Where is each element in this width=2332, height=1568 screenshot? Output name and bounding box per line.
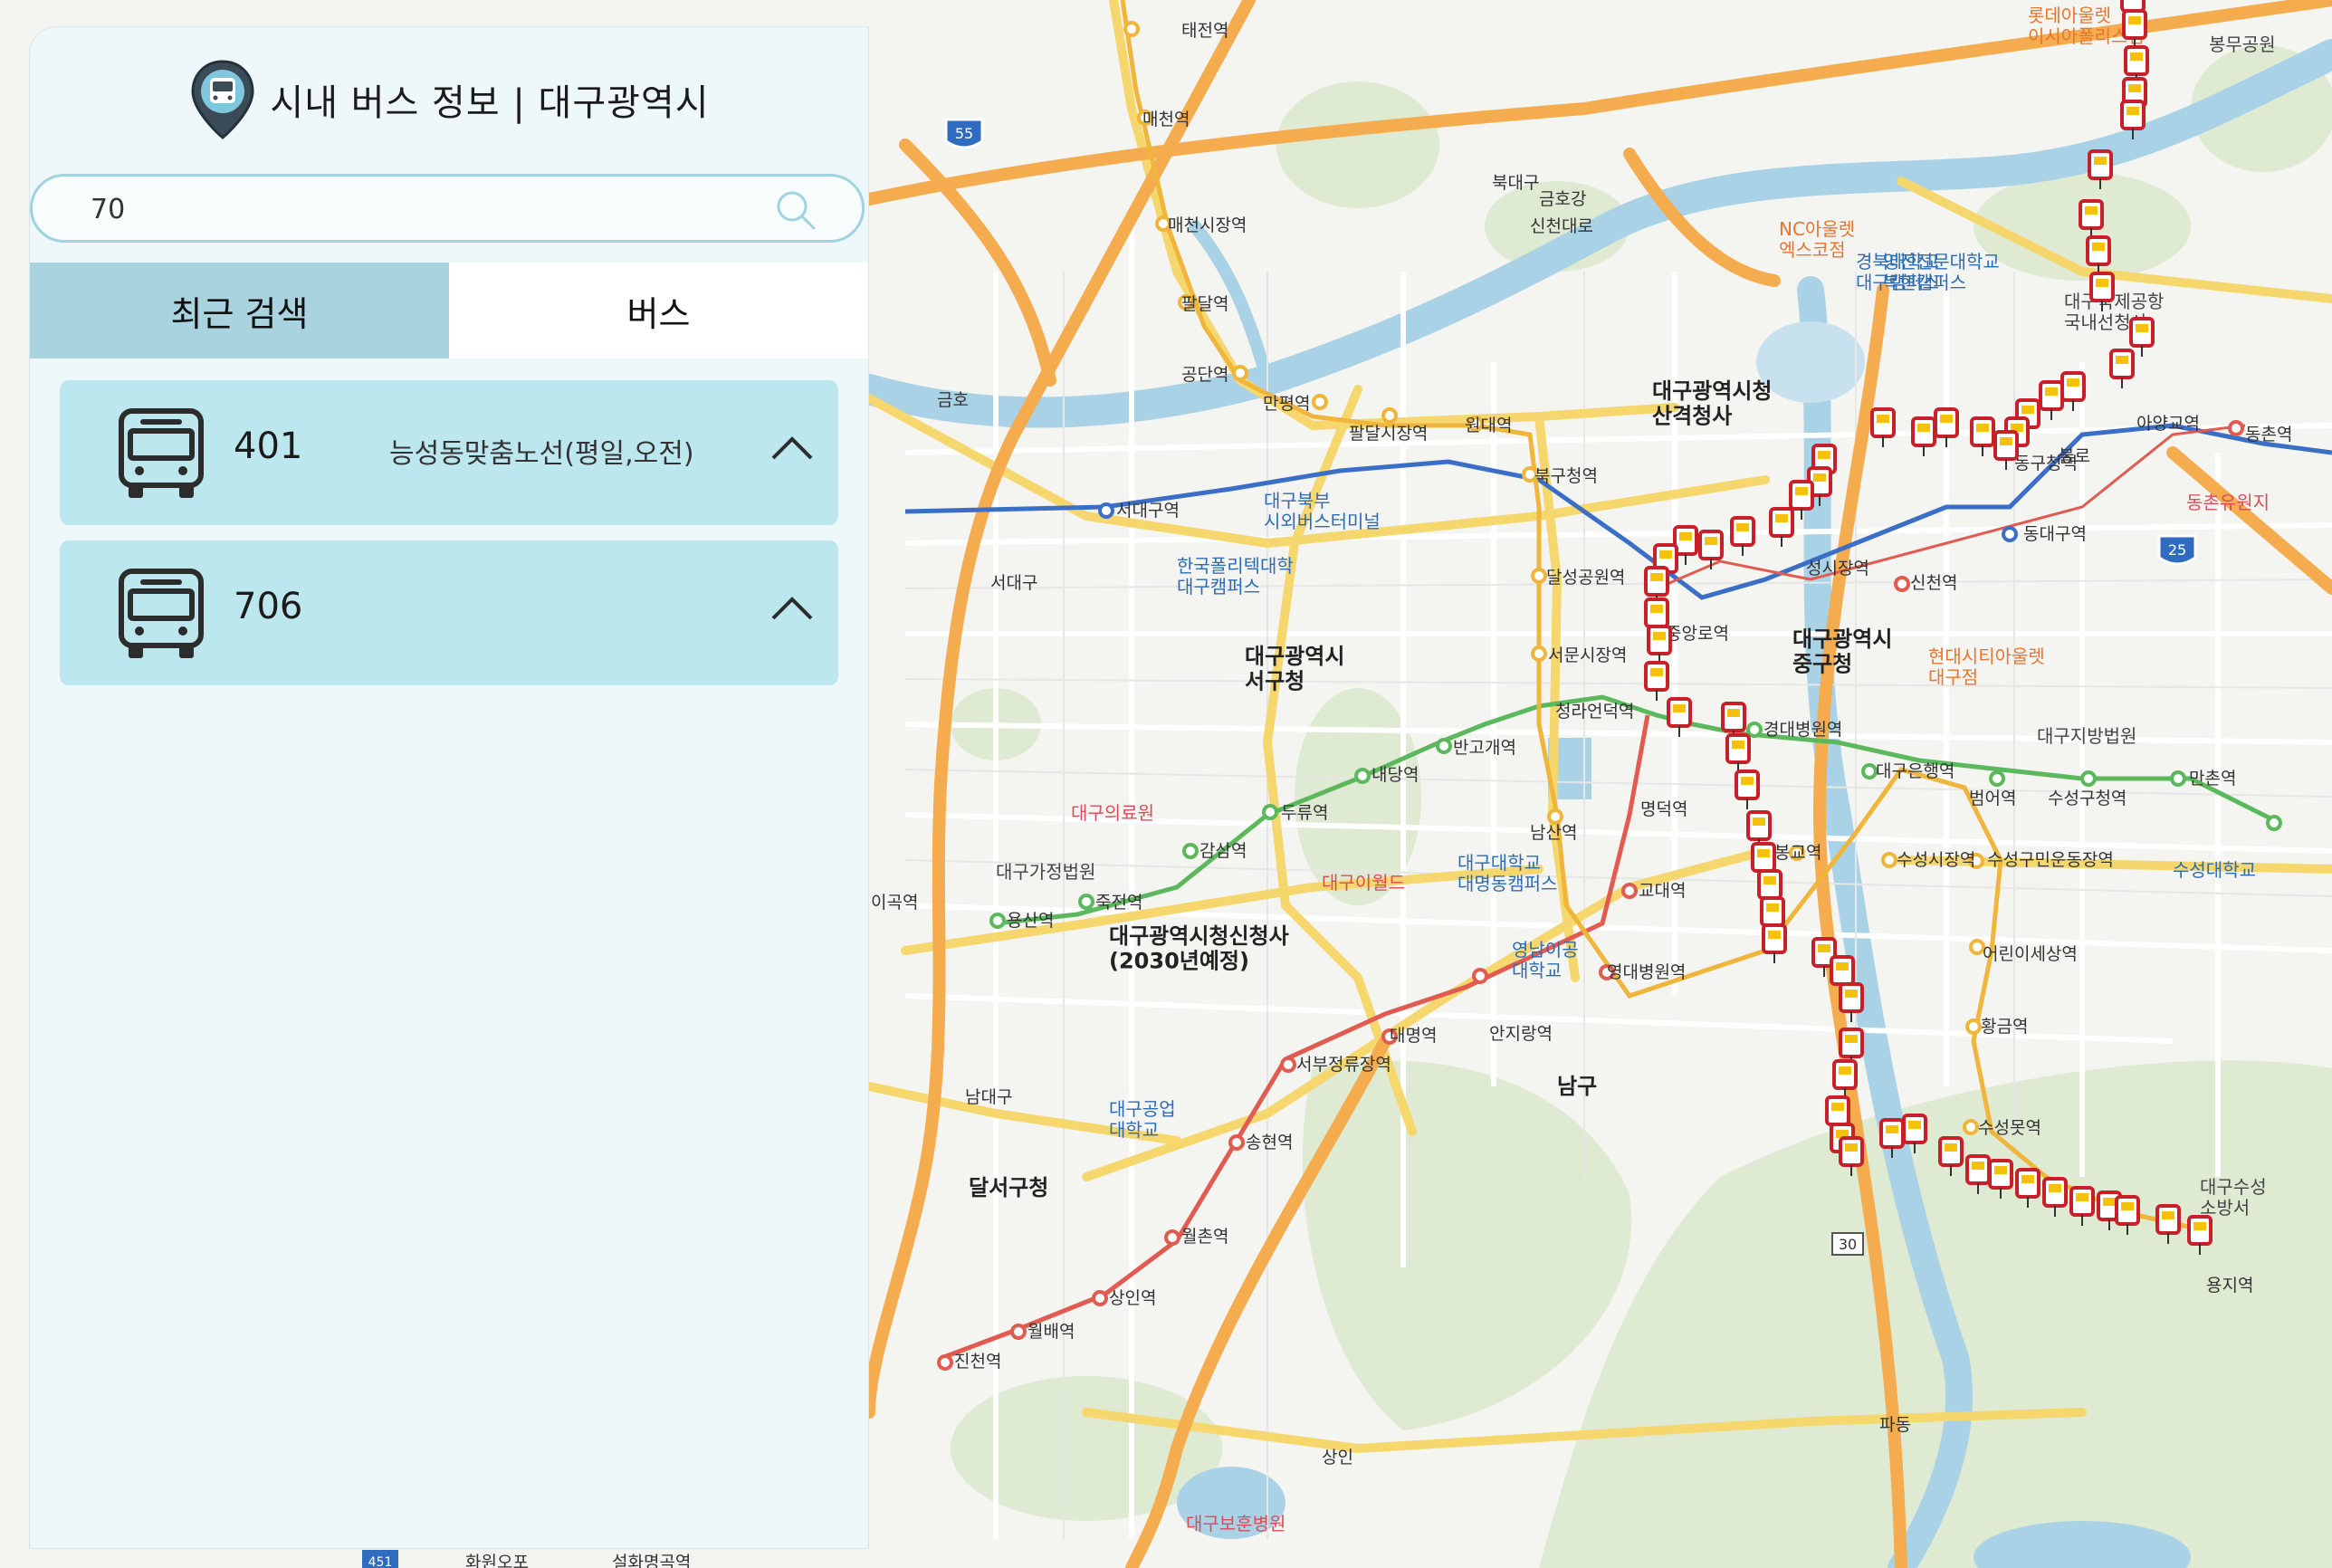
svg-text:반고개역: 반고개역 [1453, 738, 1516, 758]
svg-text:명덕역: 명덕역 [1640, 799, 1687, 819]
svg-text:내당역: 내당역 [1371, 765, 1419, 785]
svg-text:감삼역: 감삼역 [1199, 841, 1247, 861]
svg-text:남산역: 남산역 [1530, 823, 1577, 843]
svg-text:서부정류장역: 서부정류장역 [1296, 1055, 1391, 1075]
svg-text:만평역: 만평역 [1263, 394, 1310, 414]
svg-text:수성대학교: 수성대학교 [2173, 859, 2256, 881]
svg-text:중앙로역: 중앙로역 [1666, 624, 1729, 644]
svg-text:용지역: 용지역 [2206, 1276, 2253, 1296]
tab-bus[interactable]: 버스 [449, 263, 868, 359]
bus-info-panel: 시내 버스 정보 | 대구광역시 최근 검색 버스 401 능성동맞춤노선(평일… [30, 27, 868, 1548]
svg-text:어린이세상역: 어린이세상역 [1983, 944, 2078, 964]
svg-text:수성시장역: 수성시장역 [1897, 850, 1975, 870]
svg-text:팔달시장역: 팔달시장역 [1349, 424, 1428, 444]
svg-text:영대병원역: 영대병원역 [1607, 962, 1686, 982]
chevron-up-icon[interactable] [769, 435, 815, 462]
chevron-up-icon[interactable] [769, 595, 815, 622]
svg-text:교대역: 교대역 [1639, 881, 1686, 901]
svg-text:25: 25 [2168, 541, 2186, 559]
route-number: 401 [234, 425, 303, 467]
svg-text:안지랑역: 안지랑역 [1489, 1024, 1553, 1044]
svg-text:금호강: 금호강 [1539, 189, 1586, 209]
svg-text:동촌역: 동촌역 [2245, 425, 2292, 445]
page-title: 시내 버스 정보 | 대구광역시 [270, 82, 710, 124]
tab-recent-search[interactable]: 최근 검색 [30, 263, 449, 359]
svg-text:봉교역: 봉교역 [1774, 843, 1821, 863]
svg-text:남대구: 남대구 [965, 1087, 1012, 1107]
svg-text:태전역: 태전역 [1181, 21, 1228, 41]
svg-text:황금역: 황금역 [1981, 1017, 2028, 1037]
svg-text:대구지방법원: 대구지방법원 [2037, 725, 2136, 747]
route-number: 706 [234, 586, 303, 627]
svg-text:봉무공원: 봉무공원 [2209, 33, 2276, 55]
svg-text:진천역: 진천역 [954, 1352, 1001, 1372]
bus-icon [119, 569, 204, 658]
svg-text:NC아울렛엑스코점: NC아울렛 엑스코점 [1779, 218, 1855, 261]
svg-text:매천시장역: 매천시장역 [1168, 215, 1247, 235]
svg-text:달서구청: 달서구청 [969, 1175, 1048, 1200]
svg-text:금호: 금호 [937, 390, 969, 410]
svg-text:서대구역: 서대구역 [1116, 501, 1180, 521]
svg-text:설화명곡역: 설화명곡역 [612, 1553, 691, 1568]
svg-text:451: 451 [368, 1555, 393, 1568]
bus-location-pin-icon [191, 60, 254, 139]
search-icon[interactable] [775, 189, 817, 231]
svg-text:만촌역: 만촌역 [2189, 769, 2236, 789]
svg-text:매천역: 매천역 [1142, 110, 1190, 129]
svg-text:공단역: 공단역 [1181, 365, 1228, 385]
svg-text:월배역: 월배역 [1027, 1322, 1075, 1342]
svg-text:동대구역: 동대구역 [2023, 524, 2087, 544]
svg-text:파동: 파동 [1879, 1415, 1911, 1435]
bus-icon [119, 408, 204, 498]
svg-text:북대구: 북대구 [1492, 173, 1539, 193]
svg-text:범어역: 범어역 [1969, 789, 2016, 808]
svg-text:북구청역: 북구청역 [1534, 466, 1598, 486]
svg-text:신천대로: 신천대로 [1530, 216, 1593, 236]
tab-bar: 최근 검색 버스 [30, 263, 868, 359]
svg-text:상인역: 상인역 [1109, 1288, 1156, 1308]
svg-text:상인: 상인 [1322, 1448, 1353, 1468]
svg-text:화원오포: 화원오포 [465, 1553, 529, 1568]
svg-text:성시장역: 성시장역 [1806, 559, 1869, 578]
svg-text:대구이월드: 대구이월드 [1322, 872, 1405, 894]
svg-text:두류역: 두류역 [1281, 803, 1328, 823]
svg-text:서문시장역: 서문시장역 [1548, 645, 1627, 665]
svg-text:대구의료원: 대구의료원 [1071, 802, 1154, 824]
svg-text:30: 30 [1839, 1236, 1857, 1253]
result-list: 401 능성동맞춤노선(평일,오전) 706 [60, 380, 838, 701]
search-bar[interactable] [30, 174, 865, 243]
svg-text:죽전역: 죽전역 [1095, 893, 1142, 913]
svg-text:서대구: 서대구 [990, 573, 1037, 593]
svg-text:신천역: 신천역 [1910, 573, 1957, 593]
svg-text:경대병원역: 경대병원역 [1763, 720, 1842, 740]
svg-text:아양교역: 아양교역 [2136, 414, 2200, 434]
list-item[interactable]: 706 [60, 540, 838, 685]
svg-text:수성못역: 수성못역 [1978, 1118, 2041, 1138]
svg-text:대명역: 대명역 [1390, 1026, 1437, 1046]
svg-text:용산역: 용산역 [1007, 911, 1054, 931]
svg-text:달성공원역: 달성공원역 [1546, 568, 1625, 588]
svg-text:수성구청역: 수성구청역 [2048, 789, 2127, 808]
svg-text:송현역: 송현역 [1246, 1133, 1293, 1152]
list-item[interactable]: 401 능성동맞춤노선(평일,오전) [60, 380, 838, 525]
search-input[interactable] [89, 186, 780, 233]
svg-text:동촌유원지: 동촌유원지 [2186, 492, 2270, 513]
svg-text:남구: 남구 [1557, 1074, 1597, 1099]
svg-text:월촌역: 월촌역 [1181, 1227, 1228, 1247]
svg-text:수성구민운동장역: 수성구민운동장역 [1987, 850, 2114, 870]
svg-text:대구보훈병원: 대구보훈병원 [1186, 1513, 1285, 1535]
svg-text:팔달역: 팔달역 [1181, 294, 1228, 314]
svg-text:불로: 불로 [2059, 446, 2090, 466]
svg-text:이곡역: 이곡역 [871, 893, 918, 913]
svg-text:55: 55 [955, 125, 973, 142]
route-description: 능성동맞춤노선(평일,오전) [389, 438, 694, 470]
svg-text:원대역: 원대역 [1465, 416, 1512, 435]
svg-text:대구가정법원: 대구가정법원 [996, 861, 1095, 883]
panel-header: 시내 버스 정보 | 대구광역시 [30, 27, 868, 172]
svg-text:대구은행역: 대구은행역 [1876, 761, 1954, 781]
svg-text:청라언덕역: 청라언덕역 [1555, 702, 1634, 722]
